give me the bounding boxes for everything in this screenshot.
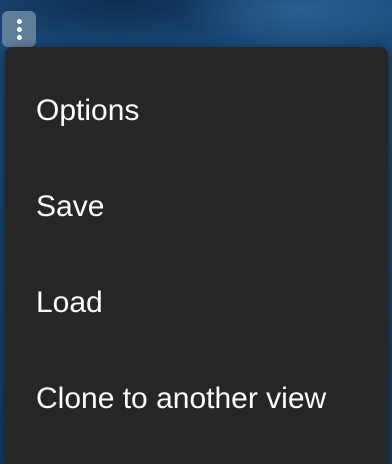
menu-item-options[interactable]: Options	[5, 63, 388, 159]
kebab-dot	[16, 26, 22, 32]
kebab-vertical-icon	[14, 16, 24, 42]
kebab-dot	[16, 18, 22, 24]
more-options-button[interactable]	[2, 11, 36, 47]
menu-item-clone-to-another-view[interactable]: Clone to another view	[5, 351, 388, 447]
menu-item-label: Options	[36, 94, 140, 127]
menu-item-label: Clone to another view	[36, 382, 327, 415]
menu-item-save[interactable]: Save	[5, 159, 388, 255]
menu-item-label: Load	[36, 286, 103, 319]
menu-item-label: Save	[36, 190, 105, 223]
menu-item-load[interactable]: Load	[5, 255, 388, 351]
kebab-dot	[16, 34, 22, 40]
dropdown-menu: Options Save Load Clone to another view	[5, 47, 388, 464]
